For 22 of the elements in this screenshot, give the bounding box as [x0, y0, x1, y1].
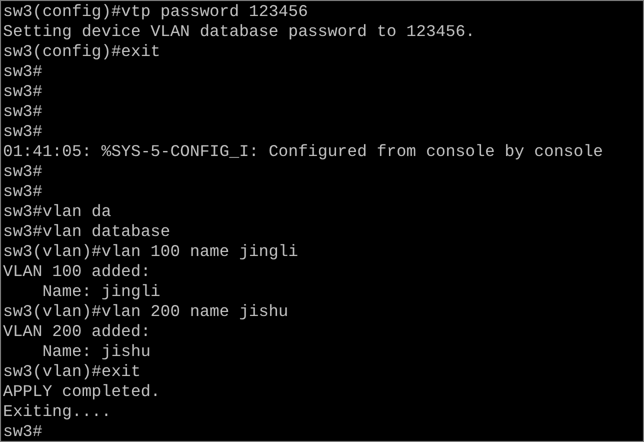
terminal-line: sw3(config)#vtp password 123456: [3, 2, 308, 22]
terminal-line: sw3(vlan)#vlan 100 name jingli: [3, 242, 298, 262]
terminal-line: APPLY completed.: [3, 382, 160, 402]
terminal-line: 01:41:05: %SYS-5-CONFIG_I: Configured from console by console: [3, 142, 603, 162]
terminal-line: sw3(config)#exit: [3, 42, 160, 62]
terminal-line: sw3#: [3, 122, 42, 142]
terminal-line: sw3#: [3, 62, 42, 82]
terminal-line: Name: jingli: [41, 282, 160, 302]
terminal-line: sw3#: [3, 82, 42, 102]
terminal-line: VLAN 200 added:: [3, 322, 151, 342]
terminal-line: Exiting....: [3, 402, 112, 422]
terminal-line: sw3#: [3, 102, 42, 122]
terminal-line: sw3#: [3, 422, 42, 441]
terminal-line: VLAN 100 added:: [3, 262, 151, 282]
terminal-line: Setting device VLAN database password to 123456.: [3, 22, 476, 42]
terminal-line: sw3#vlan database: [3, 222, 170, 242]
terminal-line: sw3#vlan da: [3, 202, 112, 222]
terminal-line: sw3(vlan)#exit: [3, 362, 141, 382]
terminal-line: Name: jishu: [41, 342, 151, 362]
terminal-line: sw3#: [3, 162, 42, 182]
terminal-line: sw3(vlan)#vlan 200 name jishu: [3, 302, 288, 322]
terminal-line: sw3#: [3, 182, 42, 202]
